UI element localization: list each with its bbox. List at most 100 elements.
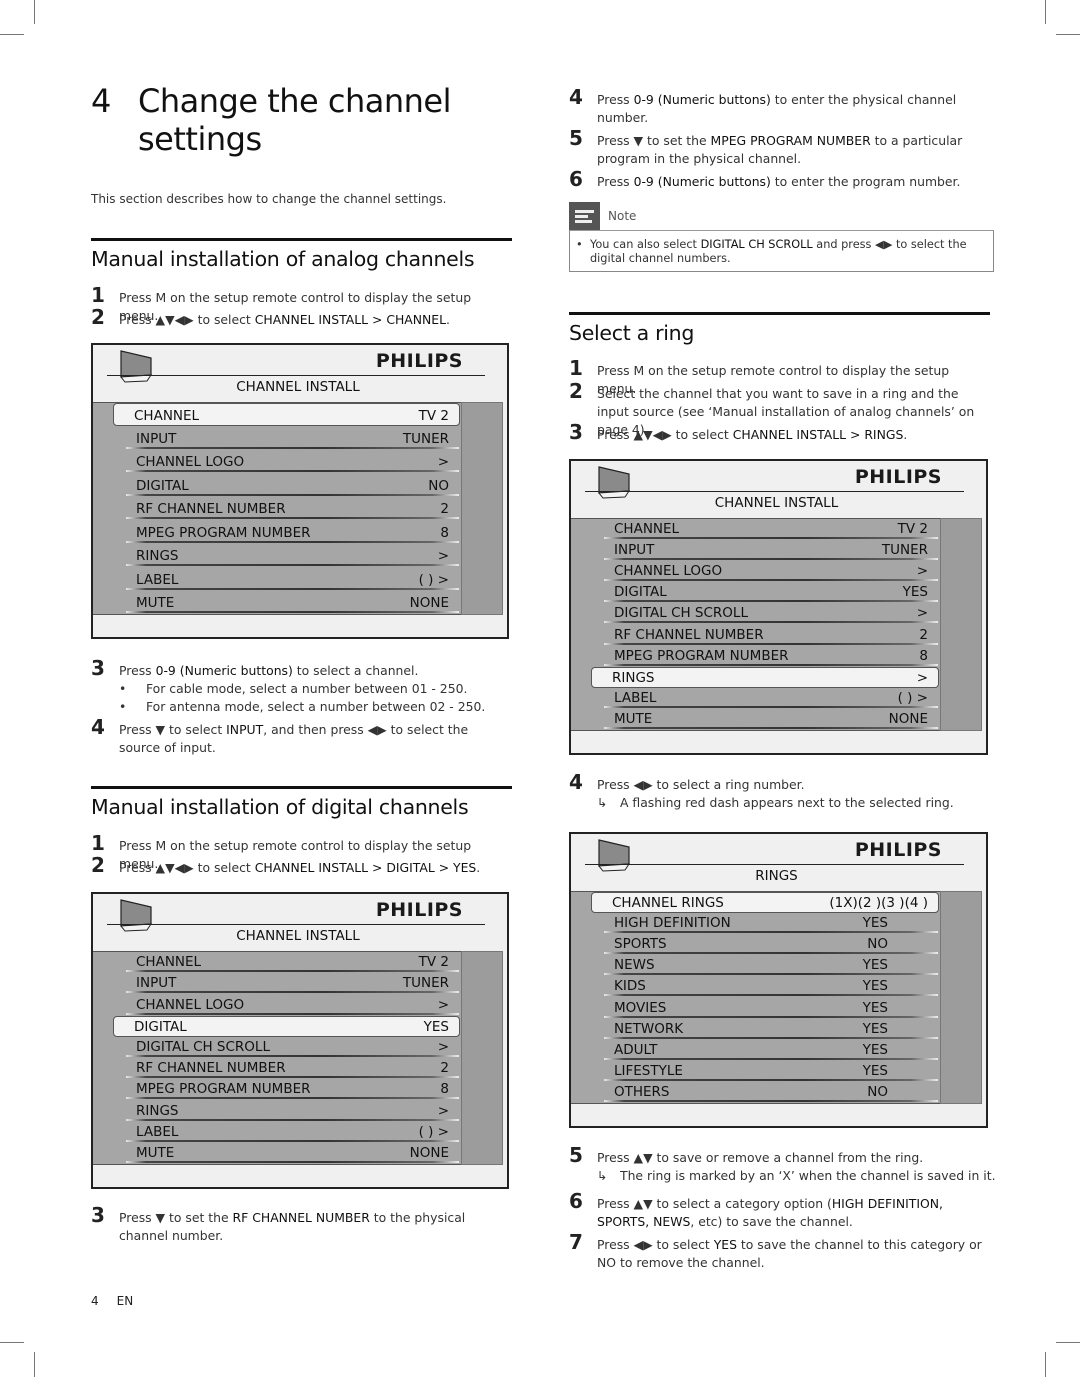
menu-row-label: LIFESTYLE <box>614 1062 683 1079</box>
brand-logo: PHILIPS <box>854 839 942 861</box>
page-footer: 4 EN <box>91 1294 133 1308</box>
header-divider <box>585 864 964 865</box>
menu-row-label: RINGS <box>612 669 655 686</box>
row-divider <box>604 1015 938 1018</box>
menu-row[interactable]: RF CHANNEL NUMBER 2 <box>604 625 938 645</box>
row-divider <box>604 705 938 708</box>
menu-row[interactable]: RINGS > <box>126 1100 459 1121</box>
menu-row[interactable]: SPORTS NO <box>604 934 938 955</box>
row-divider <box>604 1057 938 1060</box>
scrollbar[interactable] <box>940 518 982 731</box>
menu-row-label: MPEG PROGRAM NUMBER <box>136 1081 311 1098</box>
crop-mark <box>0 34 24 35</box>
menu-row[interactable]: DIGITAL CH SCROLL > <box>604 603 938 624</box>
menu-row-label: RF CHANNEL NUMBER <box>136 501 286 518</box>
menu-row[interactable]: OTHERS NO <box>604 1082 938 1102</box>
menu-row-label: INPUT <box>136 430 177 447</box>
menu-row[interactable]: RF CHANNEL NUMBER 2 <box>126 497 459 520</box>
menu-row[interactable]: INPUT TUNER <box>126 426 459 449</box>
crop-mark <box>1045 0 1046 24</box>
menu-row-value: NO <box>428 477 449 494</box>
menu-row-label: CHANNEL LOGO <box>136 454 245 471</box>
menu-row-label: RINGS <box>136 548 179 565</box>
menu-row[interactable]: MUTE NONE <box>126 591 459 613</box>
menu-row-value: TV 2 <box>418 408 449 425</box>
menu-row-label: HIGH DEFINITION <box>614 915 731 932</box>
menu-title: CHANNEL INSTALL <box>714 495 839 511</box>
row-divider <box>604 642 938 645</box>
menu-row[interactable]: NEWS YES <box>604 955 938 976</box>
menu-row-value: > <box>437 454 449 471</box>
menu-row-label: SPORTS <box>614 936 667 953</box>
menu-row-value: TV 2 <box>418 954 449 971</box>
crop-mark <box>34 0 35 24</box>
menu-row[interactable]: LABEL ( ) > <box>126 567 459 590</box>
menu-row[interactable]: DIGITAL YES <box>113 1015 460 1037</box>
row-divider <box>604 621 938 624</box>
row-divider <box>604 1036 938 1039</box>
menu-row-label: MOVIES <box>614 999 667 1016</box>
menu-row[interactable]: MPEG PROGRAM NUMBER 8 <box>126 520 459 543</box>
result-arrow-icon: ↳ <box>597 1168 608 1183</box>
menu-row[interactable]: LIFESTYLE YES <box>604 1061 938 1081</box>
menu-row-value: NO <box>867 936 888 953</box>
menu-row[interactable]: RF CHANNEL NUMBER 2 <box>126 1058 459 1079</box>
menu-row[interactable]: HIGH DEFINITION YES <box>604 913 938 934</box>
scrollbar[interactable] <box>461 951 503 1165</box>
menu-row[interactable]: CHANNEL TV 2 <box>113 403 460 427</box>
row-divider <box>604 994 938 997</box>
note-label: Note <box>608 209 637 223</box>
menu-row[interactable]: MOVIES YES <box>604 998 938 1018</box>
menu-row-value: YES <box>862 1062 888 1079</box>
scrollbar[interactable] <box>940 891 982 1104</box>
menu-row[interactable]: KIDS YES <box>604 976 938 997</box>
chapter-title: Change the channel settings <box>138 82 452 158</box>
menu-row[interactable]: MUTE NONE <box>126 1143 459 1163</box>
menu-row[interactable]: DIGITAL YES <box>604 582 938 603</box>
menu-row-value: TUNER <box>402 430 449 447</box>
note-icon <box>569 202 600 230</box>
menu-row[interactable]: DIGITAL CH SCROLL > <box>126 1037 459 1057</box>
row-divider <box>126 517 459 520</box>
crop-mark <box>0 1342 24 1343</box>
menu-row[interactable]: RINGS > <box>591 666 939 688</box>
section-rule <box>569 312 990 315</box>
menu-row[interactable]: NETWORK YES <box>604 1019 938 1039</box>
row-divider <box>126 446 459 449</box>
row-divider <box>126 564 459 567</box>
menu-row-label: RF CHANNEL NUMBER <box>614 626 764 643</box>
menu-row[interactable]: ADULT YES <box>604 1040 938 1060</box>
menu-row[interactable]: INPUT TUNER <box>126 973 459 994</box>
header-divider <box>585 491 964 492</box>
osd-analog-channel-install: PHILIPS CHANNEL INSTALL CHANNEL TV 2 INPU… <box>91 343 509 639</box>
menu-row[interactable]: CHANNEL LOGO > <box>604 561 938 582</box>
menu-row[interactable]: LABEL ( ) > <box>126 1122 459 1142</box>
menu-row[interactable]: CHANNEL TV 2 <box>604 519 938 540</box>
scrollbar[interactable] <box>461 402 503 615</box>
menu-row[interactable]: RINGS > <box>126 544 459 567</box>
section-digital: Manual installation of digital channels <box>91 786 512 819</box>
menu-row[interactable]: DIGITAL NO <box>126 473 459 496</box>
menu-row[interactable]: MPEG PROGRAM NUMBER 8 <box>604 646 938 666</box>
menu-row[interactable]: CHANNEL TV 2 <box>126 952 459 973</box>
menu-row-value: NO <box>867 1083 888 1100</box>
section-analog: Manual installation of analog channels <box>91 238 512 271</box>
chapter-number: 4 <box>91 82 111 120</box>
menu-row[interactable]: CHANNEL LOGO > <box>126 450 459 473</box>
menu-row[interactable]: LABEL ( ) > <box>604 688 938 708</box>
menu-row-value: 8 <box>919 647 928 664</box>
menu-row[interactable]: INPUT TUNER <box>604 540 938 561</box>
crop-mark <box>1056 1342 1080 1343</box>
menu-row[interactable]: CHANNEL LOGO > <box>126 994 459 1015</box>
result-arrow-icon: ↳ <box>597 795 608 810</box>
menu-row[interactable]: CHANNEL RINGS (1X)(2 )(3 )(4 ) <box>591 892 939 914</box>
menu-row[interactable]: MPEG PROGRAM NUMBER 8 <box>126 1079 459 1100</box>
menu-row-label: DIGITAL <box>614 584 667 601</box>
menu-row-label: INPUT <box>614 542 655 559</box>
menu-row-label: KIDS <box>614 978 646 995</box>
row-divider <box>604 663 938 666</box>
menu-row[interactable]: MUTE NONE <box>604 709 938 729</box>
menu-row-value: YES <box>902 584 928 601</box>
section-ring: Select a ring <box>569 312 990 345</box>
menu-row-label: RF CHANNEL NUMBER <box>136 1060 286 1077</box>
